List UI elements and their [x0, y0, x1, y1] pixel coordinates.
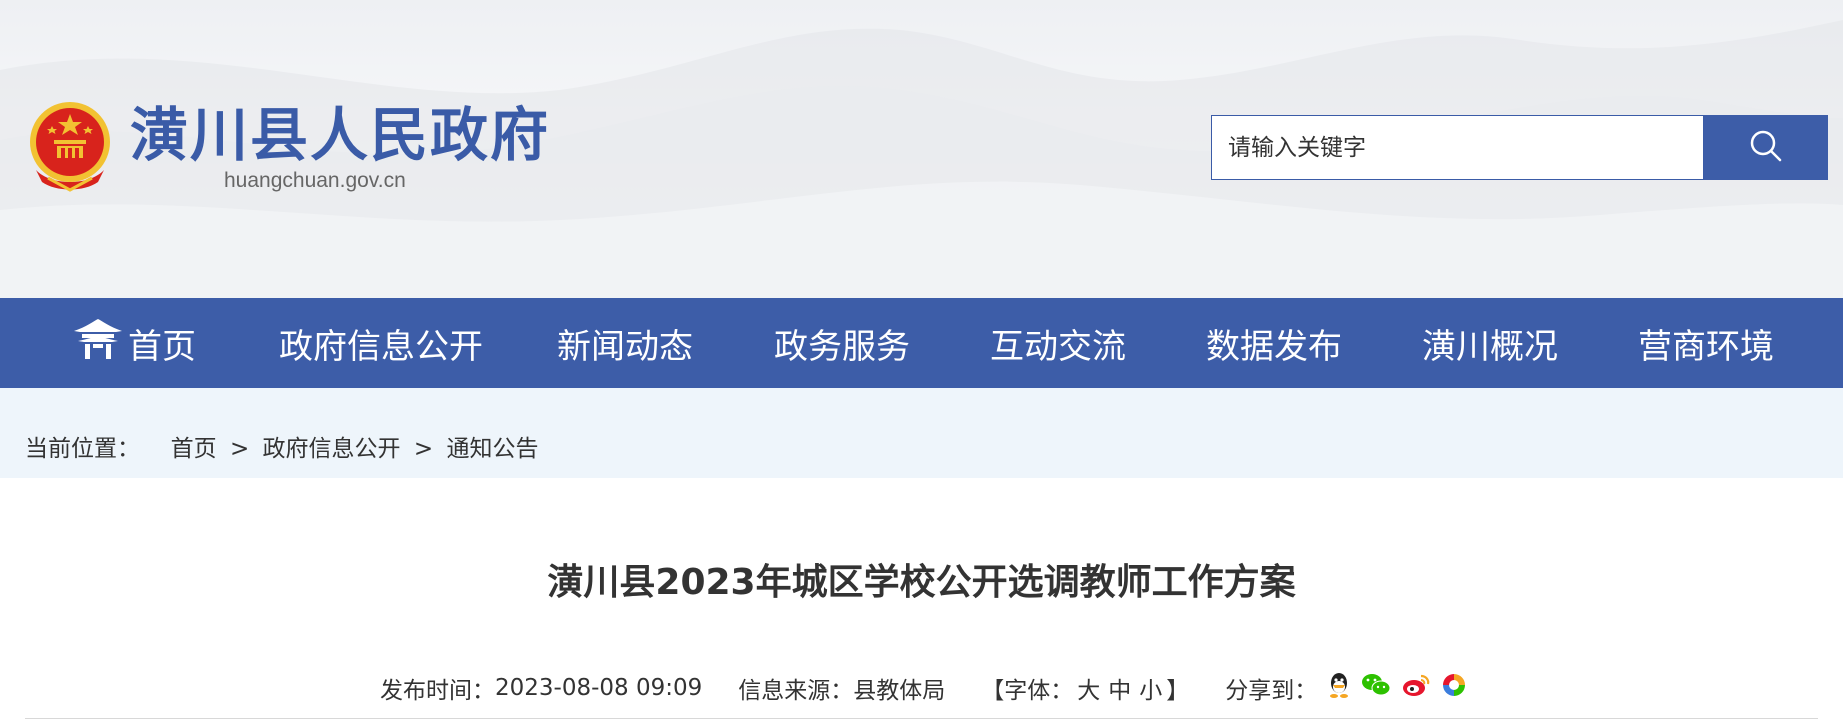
nav-item-services[interactable]: 政务服务	[774, 298, 910, 388]
national-emblem-icon[interactable]	[26, 100, 114, 194]
source-value: 县教体局	[853, 678, 946, 704]
source-label: 信息来源：	[738, 678, 854, 704]
nav-item-overview[interactable]: 潢川概况	[1422, 298, 1558, 388]
breadcrumb-separator: >	[229, 436, 250, 462]
weibo-icon[interactable]	[1401, 672, 1431, 704]
share-label: 分享到：	[1225, 678, 1318, 704]
nav-item-home[interactable]: 首页	[72, 298, 196, 388]
qq-icon[interactable]	[1327, 671, 1351, 705]
share-icons	[1327, 671, 1477, 705]
search-button[interactable]	[1704, 115, 1828, 180]
breadcrumb-item-notices[interactable]: 通知公告	[446, 436, 538, 462]
font-label-close: 】	[1166, 678, 1190, 704]
nav-item-business[interactable]: 营商环境	[1638, 298, 1774, 388]
wechat-icon[interactable]	[1361, 672, 1391, 704]
font-label-open: 【字体：	[981, 678, 1074, 704]
article-title: 潢川县2023年城区学校公开选调教师工作方案	[547, 562, 1296, 603]
publish-time: 2023-08-08 09:09	[495, 675, 703, 701]
publish-label: 发布时间：	[380, 678, 495, 704]
meta-divider	[25, 718, 1818, 719]
search-input[interactable]	[1212, 116, 1703, 179]
nav-item-label: 首页	[128, 326, 196, 367]
font-size-large[interactable]: 大	[1077, 671, 1100, 705]
breadcrumb-item-gov-info[interactable]: 政府信息公开	[263, 436, 401, 462]
breadcrumb-prefix: 当前位置：	[25, 436, 140, 462]
breadcrumb: 当前位置： 首页 > 政府信息公开 > 通知公告	[25, 432, 538, 466]
nav-item-data[interactable]: 数据发布	[1206, 298, 1342, 388]
main-nav: 首页 政府信息公开 新闻动态 政务服务 互动交流 数据发布 潢川概况 营商环境	[0, 298, 1843, 388]
nav-item-gov-info[interactable]: 政府信息公开	[279, 298, 483, 388]
search-box	[1211, 115, 1704, 180]
moments-icon[interactable]	[1441, 672, 1467, 704]
nav-item-news[interactable]: 新闻动态	[557, 298, 693, 388]
breadcrumb-separator: >	[413, 436, 434, 462]
font-size-small[interactable]: 小	[1139, 671, 1162, 705]
site-domain: huangchuan.gov.cn	[224, 169, 406, 192]
article-meta: 发布时间： 2023-08-08 09:09 信息来源： 县教体局 【字体： 大…	[380, 670, 1477, 706]
breadcrumb-item-home[interactable]: 首页	[171, 436, 217, 462]
font-size-medium[interactable]: 中	[1108, 671, 1131, 705]
site-title[interactable]: 潢川县人民政府	[130, 100, 550, 170]
search-icon	[1748, 128, 1784, 167]
nav-item-interaction[interactable]: 互动交流	[990, 298, 1126, 388]
home-pavilion-icon	[72, 317, 124, 370]
